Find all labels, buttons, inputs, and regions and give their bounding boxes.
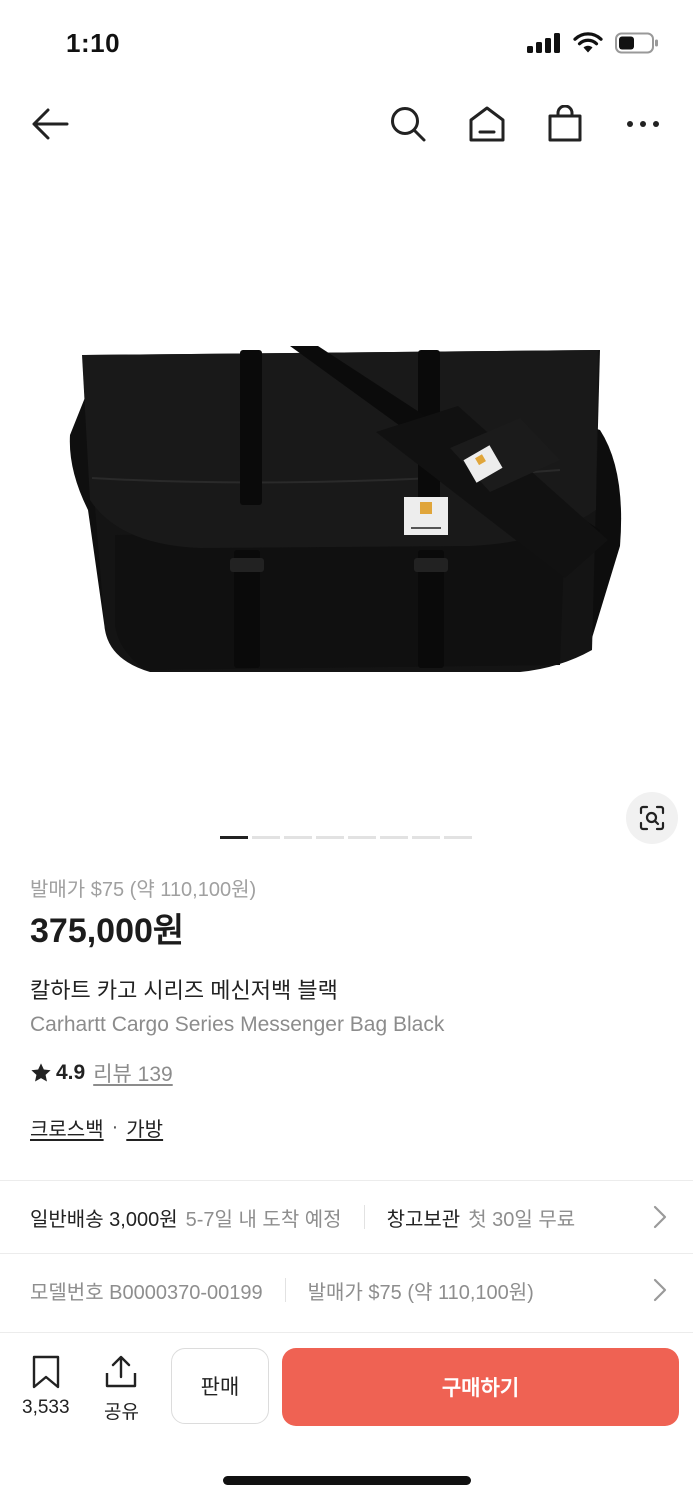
home-button[interactable] [463,100,511,148]
storage-detail: 첫 30일 무료 [468,1208,576,1231]
pager-dot[interactable] [284,836,312,839]
messenger-bag-image [69,346,622,672]
storage-label: 창고보관 [386,1208,461,1231]
bookmark-icon [32,1355,59,1389]
status-icons [527,32,659,54]
back-arrow-icon [32,108,69,140]
status-bar: 1:10 [0,0,693,88]
rating-row: 4.9 리뷰 139 [30,1058,670,1088]
lens-search-icon [639,805,665,831]
detail-release-price: 발매가 $75 (약 110,100원) [307,1281,534,1304]
shipping-row[interactable]: 일반배송 3,000원 5-7일 내 도착 예정 창고보관 첫 30일 무료 [0,1181,693,1253]
share-icon [106,1355,137,1388]
back-button[interactable] [26,100,74,148]
row-separator [284,1278,286,1302]
category-separator: · [111,1115,119,1138]
image-search-button[interactable] [626,792,678,844]
cart-button[interactable] [541,100,589,148]
review-link[interactable]: 리뷰 139 [93,1058,173,1088]
category-link-crossbag[interactable]: 크로스백 [30,1113,104,1142]
wifi-icon [573,32,603,53]
price: 375,000원 [30,912,185,950]
row-separator [363,1205,365,1229]
release-price: 발매가 $75 (약 110,100원) [30,879,257,901]
battery-icon [615,32,658,54]
more-icon [627,121,659,127]
product-name-english: Carhartt Cargo Series Messenger Bag Blac… [30,1013,445,1036]
search-icon [391,107,426,142]
detail-row[interactable]: 모델번호 B0000370-00199 발매가 $75 (약 110,100원) [0,1254,693,1326]
star-icon [31,1063,51,1082]
pager-dot[interactable] [252,836,280,839]
more-button[interactable] [619,100,667,148]
bottom-action-bar: 3,533 공유 판매 구매하기 [0,1332,693,1442]
pager-dot[interactable] [412,836,440,839]
category-breadcrumb: 크로스백 · 가방 [30,1112,670,1142]
product-name-korean: 칼하트 카고 시리즈 메신저백 블랙 [30,978,338,1003]
bookmark-button[interactable]: 3,533 [22,1355,70,1419]
image-pager [220,836,472,839]
model-number: 모델번호 B0000370-00199 [30,1281,263,1304]
pager-dot[interactable] [316,836,344,839]
home-icon [469,106,505,142]
cellular-signal-icon [527,33,560,53]
home-indicator [223,1476,471,1485]
sell-button[interactable]: 판매 [171,1348,269,1424]
rating-value: 4.9 [56,1061,86,1084]
product-image[interactable] [0,170,693,820]
buy-button[interactable]: 구매하기 [282,1348,679,1426]
status-time: 1:10 [66,28,121,58]
share-button[interactable]: 공유 [104,1355,139,1424]
pager-dot[interactable] [444,836,472,839]
navigation-bar [0,92,693,156]
pager-dot[interactable] [348,836,376,839]
pager-dot-active[interactable] [220,836,248,839]
product-info: 발매가 $75 (약 110,100원) 375,000원 칼하트 카고 시리즈… [30,876,670,1142]
bookmark-count: 3,533 [22,1397,70,1418]
search-button[interactable] [384,100,432,148]
shopping-bag-icon [548,105,582,142]
delivery-label: 일반배송 3,000원 [30,1208,178,1231]
category-link-bag[interactable]: 가방 [126,1113,163,1142]
share-label: 공유 [104,1402,139,1423]
chevron-right-icon [653,1278,667,1302]
chevron-right-icon [653,1205,667,1229]
delivery-eta: 5-7일 내 도착 예정 [185,1208,342,1231]
pager-dot[interactable] [380,836,408,839]
